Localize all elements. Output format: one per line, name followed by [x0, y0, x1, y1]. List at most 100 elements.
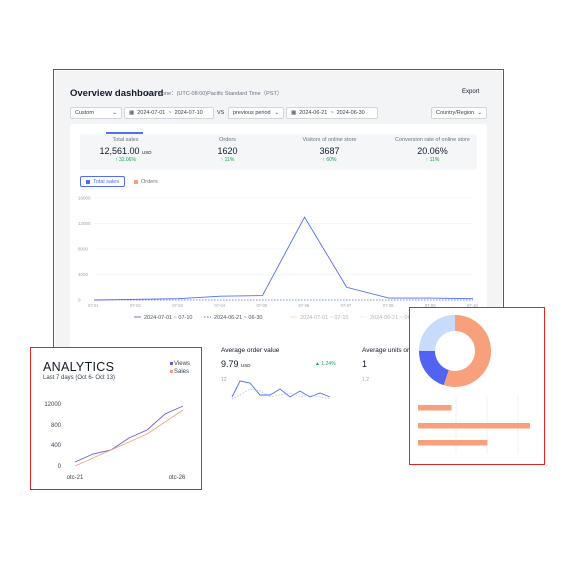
analytics-subtitle: Last 7 days (Oct 6- Oct 13): [43, 375, 116, 381]
legend-label: Views: [174, 361, 190, 367]
x-tick-label: otc-26: [169, 475, 186, 481]
date-end: 2024-07-10: [174, 110, 203, 116]
aov-unit: USD: [241, 363, 251, 368]
kpi-change: ↑ 11%: [425, 157, 440, 163]
checkbox-icon: [134, 179, 138, 184]
legend-swatch: [170, 362, 173, 365]
kpi-value: 1620: [217, 146, 238, 156]
compare-type-select[interactable]: previous period ⌄: [228, 107, 284, 119]
chevron-down-icon: ⌄: [274, 110, 279, 116]
aov-compare-line: [231, 388, 331, 400]
series-line: [74, 405, 184, 463]
kpi-change: ↑ 60%: [322, 157, 337, 163]
y-tick-label: 800: [51, 423, 62, 429]
legend-label: 2024-06-21 ~ 06-30: [214, 315, 262, 321]
y-tick-label: 8000: [78, 247, 89, 252]
kpi-total-sales[interactable]: Total sales 12,561.00 USD ↑ 32.06%: [78, 137, 173, 163]
export-button[interactable]: Export: [458, 87, 483, 97]
y-tick-label: 16000: [78, 196, 91, 201]
units-value: 1: [362, 359, 368, 369]
kpi-label: Conversion rate of online store: [395, 137, 470, 143]
horizontal-bar-chart: [418, 396, 530, 454]
checkbox-icon: [86, 179, 90, 184]
y-tick-label: 0: [58, 464, 62, 470]
legend-swatch: [170, 370, 173, 373]
date-range-picker[interactable]: ▦ 2024-07-01 ~ 2024-07-10: [124, 107, 214, 119]
x-tick-label: 07-08: [383, 303, 394, 308]
aov-change: ▲ 1.24%: [315, 361, 336, 367]
x-tick-label: 07-02: [130, 303, 141, 308]
toggle-orders[interactable]: Orders: [129, 176, 169, 187]
x-tick-label: 07-01: [88, 303, 99, 308]
date-separator: ~: [168, 110, 172, 116]
legend-views: Views: [170, 361, 190, 367]
kpi-label: Visitors of online store: [302, 137, 357, 143]
y-tick-label: 0: [78, 298, 81, 303]
y-tick-label: 4000: [78, 272, 89, 277]
toggle-total-sales[interactable]: Total sales: [80, 176, 125, 187]
analytics-line-chart: 12000 800 400 0 otc-21 otc-26: [44, 402, 186, 481]
chevron-down-icon: ⌄: [112, 110, 117, 116]
country-value: Country/Region: [436, 110, 475, 116]
kpi-change: ↑ 11%: [220, 157, 235, 163]
kpi-visitors[interactable]: Visitors of online store 3687 ↑ 60%: [282, 137, 377, 163]
legend-sales: Sales: [170, 369, 189, 375]
date-start: 2024-07-01: [137, 110, 166, 116]
kpi-change: ↑ 32.06%: [115, 157, 136, 163]
toggle-label: Orders: [141, 178, 158, 185]
compare-type-value: previous period: [233, 110, 271, 116]
aov-y-tick: 12: [221, 377, 227, 383]
calendar-icon: ▦: [291, 110, 297, 116]
donut-chart: [419, 315, 491, 387]
timezone-label: Time Zone：(UTC-08:00)Pacific Standard Ti…: [145, 91, 283, 97]
legend-label: 2024-06-21 ~ 06-: [370, 315, 413, 321]
active-kpi-indicator: [106, 132, 143, 134]
compare-start: 2024-06-21: [299, 110, 328, 116]
breakdown-card: [409, 307, 545, 465]
chevron-down-icon: ⌄: [477, 110, 482, 116]
aov-value-wrap: 9.79 USD: [221, 359, 251, 369]
series-line: [93, 216, 474, 301]
compare-separator: ~: [330, 110, 334, 116]
y-tick-label: 12000: [44, 402, 61, 408]
country-select[interactable]: Country/Region ⌄: [431, 107, 487, 119]
bar: [418, 423, 530, 429]
analytics-title: ANALYTICS: [43, 360, 115, 374]
toggle-label: Total sales: [93, 178, 119, 185]
aov-line: [231, 380, 331, 398]
legend-label: Sales: [174, 369, 190, 375]
x-tick-label: 07-04: [214, 303, 225, 308]
kpi-orders[interactable]: Orders 1620 ↑ 11%: [180, 137, 275, 163]
range-type-value: Custom: [75, 110, 94, 116]
legend-label: 2024-07-01 ~ 07-10: [144, 315, 192, 321]
kpi-label: Orders: [219, 137, 236, 143]
kpi-value: 20.06%: [417, 146, 448, 156]
aov-title: Average order value: [221, 347, 280, 354]
units-title: Average units ord: [362, 347, 413, 354]
x-tick-label: otc-21: [67, 475, 84, 481]
legend-label: 2024-07-01 ~ 07-10: [300, 315, 348, 321]
calendar-icon: ▦: [129, 110, 135, 116]
aov-value: 9.79: [221, 359, 239, 369]
range-type-select[interactable]: Custom ⌄: [70, 107, 122, 119]
y-tick-label: 400: [51, 443, 62, 449]
kpi-conversion[interactable]: Conversion rate of online store 20.06% ↑…: [385, 137, 480, 163]
kpi-value-wrap: 12,561.00 USD: [78, 146, 173, 156]
compare-end: 2024-06-30: [336, 110, 365, 116]
units-card: Average units ord 1 1.2: [353, 337, 413, 407]
x-tick-label: 07-07: [341, 303, 352, 308]
x-tick-label: 07-03: [172, 303, 183, 308]
kpi-unit: USD: [142, 150, 152, 155]
bar: [418, 440, 488, 446]
units-y-tick: 1.2: [362, 377, 369, 383]
vs-label: VS: [217, 110, 225, 116]
kpi-label: Total sales: [112, 137, 139, 143]
kpi-value: 3687: [319, 146, 340, 156]
y-tick-label: 12000: [78, 221, 91, 226]
aov-sparkline: [231, 380, 331, 400]
x-tick-label: 07-05: [256, 303, 267, 308]
compare-range-picker[interactable]: ▦ 2024-06-21 ~ 2024-06-30: [286, 107, 378, 119]
analytics-card: ANALYTICS Last 7 days (Oct 6- Oct 13) Vi…: [30, 347, 202, 490]
x-tick-label: 07-06: [299, 303, 310, 308]
bar: [418, 405, 452, 411]
